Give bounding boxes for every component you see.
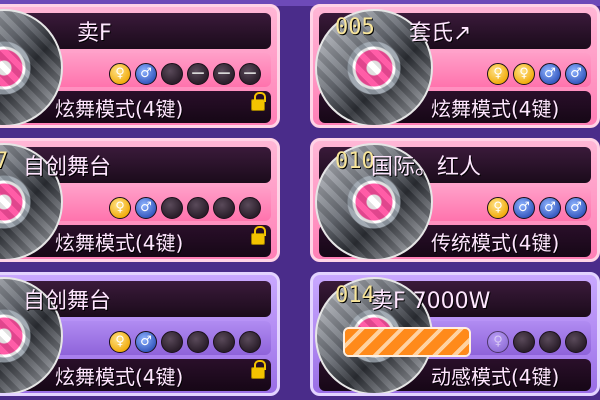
lock-icon [251,226,266,245]
player-slots: ♀ ♂ [109,197,261,219]
room-card-right-top[interactable]: 005 套氏↗ ♀ ♀ ♂ ♂ 炫舞模式(4键) [310,4,600,128]
lock-icon [251,360,266,379]
empty-slot [213,197,235,219]
room-name: 卖F 7000W [371,289,491,314]
mode-label: 炫舞模式(4键) [55,365,184,389]
room-card-right-bottom[interactable]: 014 卖F 7000W ♀ 动感模式(4键) [310,272,600,396]
empty-slot [161,331,183,353]
closed-slot: — [187,63,209,85]
mode-label: 传统模式(4键) [431,231,560,255]
room-name: 国际。红人 [371,155,482,180]
player-slots: ♀ ♂ ♂ ♂ [487,197,587,219]
female-icon: ♀ [487,331,509,353]
closed-slot: — [213,63,235,85]
room-name: 自创舞台 [23,155,112,180]
female-icon: ♀ [109,63,131,85]
empty-slot [239,331,261,353]
male-icon: ♂ [513,197,535,219]
mode-label: 炫舞模式(4键) [431,97,560,121]
player-slots: ♀ ♂ [109,331,261,353]
empty-slot [161,63,183,85]
empty-slot [565,331,587,353]
male-icon: ♂ [135,63,157,85]
male-icon: ♂ [539,63,561,85]
mode-label: 炫舞模式(4键) [55,97,184,121]
female-icon: ♀ [487,197,509,219]
room-card-right-mid[interactable]: 010 国际。红人 ♀ ♂ ♂ ♂ 传统模式(4键) [310,138,600,262]
male-icon: ♂ [565,197,587,219]
room-name: 自创舞台 [23,289,112,314]
room-name: 卖F [77,21,112,46]
room-number: 005 [335,15,375,40]
male-icon: ♂ [135,197,157,219]
room-number: 014 [335,283,375,308]
female-icon: ♀ [513,63,535,85]
player-slots: ♀ ♂ — — — [109,63,261,85]
room-number: 7 [0,149,8,174]
female-icon: ♀ [109,331,131,353]
empty-slot [187,331,209,353]
room-name: 套氏↗ [409,21,472,46]
male-icon: ♂ [135,331,157,353]
male-icon: ♂ [565,63,587,85]
mode-label: 炫舞模式(4键) [55,231,184,255]
empty-slot [213,331,235,353]
room-card-left-top[interactable]: 卖F ♀ ♂ — — — 炫舞模式(4键) [0,4,280,128]
player-slots: ♀ ♀ ♂ ♂ [487,63,587,85]
male-icon: ♂ [539,197,561,219]
empty-slot [187,197,209,219]
progress-fill [345,329,469,355]
empty-slot [513,331,535,353]
room-number: 010 [335,149,375,174]
closed-slot: — [239,63,261,85]
empty-slot [239,197,261,219]
empty-slot [161,197,183,219]
room-card-left-mid[interactable]: 7 自创舞台 ♀ ♂ 炫舞模式(4键) [0,138,280,262]
female-icon: ♀ [109,197,131,219]
lock-icon [251,92,266,111]
empty-slot [539,331,561,353]
mode-label: 动感模式(4键) [431,365,560,389]
player-slots: ♀ [487,331,587,353]
loading-progress-bar [343,327,471,357]
room-card-left-bottom[interactable]: 自创舞台 ♀ ♂ 炫舞模式(4键) [0,272,280,396]
female-icon: ♀ [487,63,509,85]
